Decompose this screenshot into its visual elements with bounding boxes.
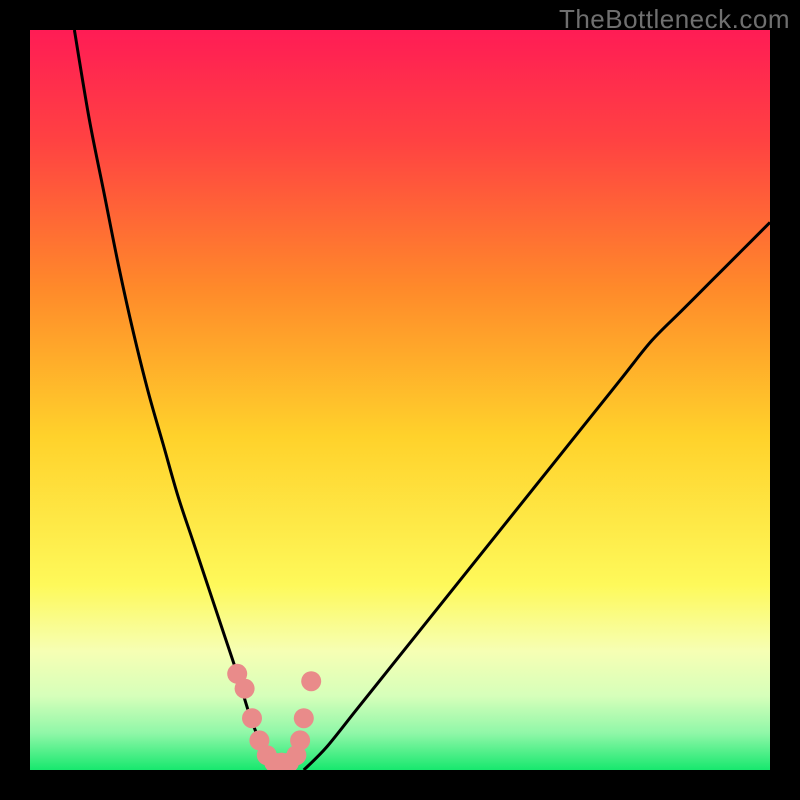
- curve-layer: [30, 30, 770, 770]
- watermark-text: TheBottleneck.com: [559, 4, 790, 35]
- marker-group: [227, 664, 321, 770]
- marker-point: [301, 671, 321, 691]
- right-curve: [304, 222, 770, 770]
- plot-area: [30, 30, 770, 770]
- marker-point: [290, 730, 310, 750]
- chart-frame: TheBottleneck.com: [0, 0, 800, 800]
- marker-point: [242, 708, 262, 728]
- marker-point: [235, 679, 255, 699]
- marker-point: [294, 708, 314, 728]
- left-curve: [74, 30, 274, 770]
